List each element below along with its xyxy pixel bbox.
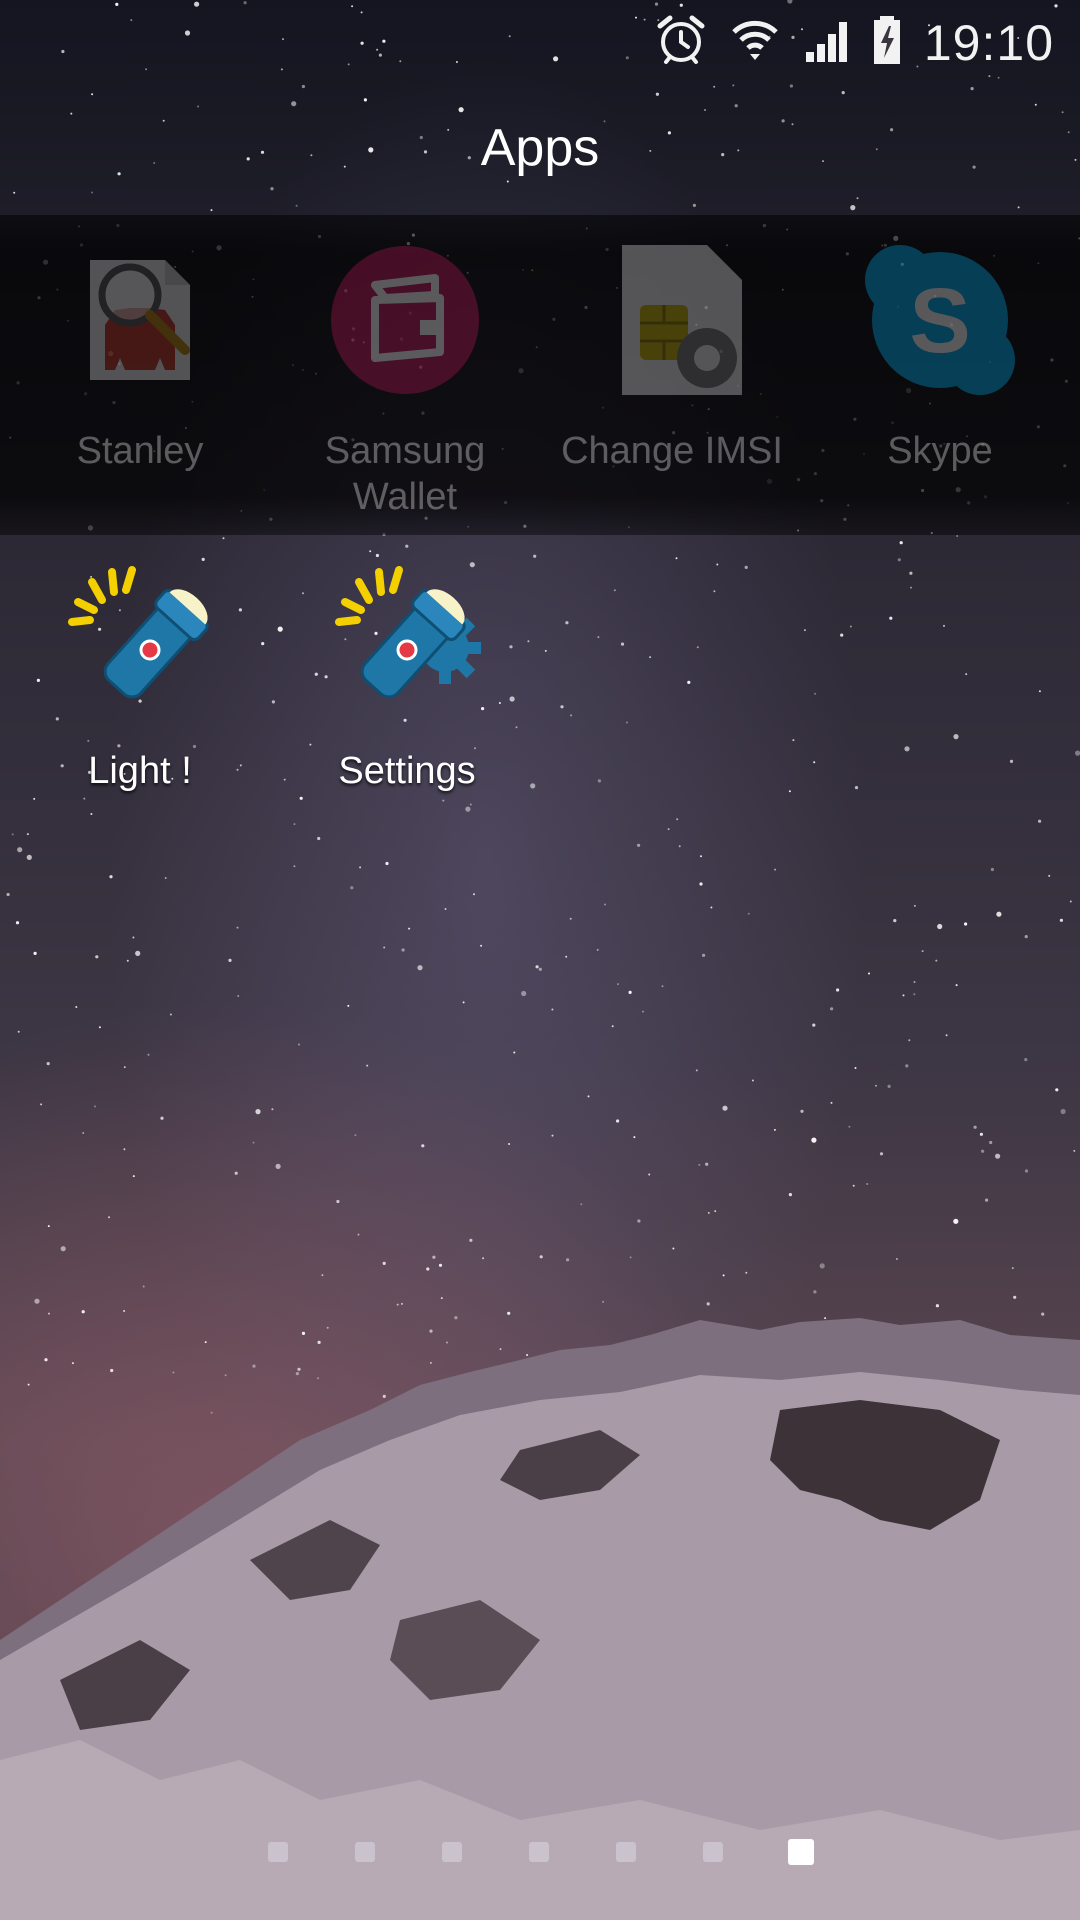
page-dot[interactable]: [703, 1842, 723, 1862]
wifi-icon: [732, 20, 778, 60]
page-dot[interactable]: [355, 1842, 375, 1862]
status-bar: 19:10: [0, 0, 1080, 84]
app-label: Stanley: [76, 430, 204, 472]
page-dot-active[interactable]: [788, 1839, 814, 1865]
clock: 19:10: [923, 15, 1054, 71]
page-dot[interactable]: [442, 1842, 462, 1862]
app-change-imsi[interactable]: Change IMSI: [537, 240, 807, 474]
samsung-wallet-icon: [331, 246, 479, 394]
home-screen: 19:10 Apps Stanley Samsung Wallet Change…: [0, 0, 1080, 1920]
stanley-icon: [90, 260, 190, 380]
skype-icon: S: [865, 245, 1015, 395]
flashlight-icon: [68, 566, 209, 699]
app-stanley[interactable]: Stanley: [5, 240, 275, 474]
svg-text:S: S: [909, 270, 970, 372]
app-label: Samsung Wallet: [324, 430, 486, 518]
app-skype[interactable]: S Skype: [805, 240, 1075, 474]
folder-title: Apps: [480, 119, 600, 177]
app-label: Settings: [338, 750, 476, 792]
page-dot[interactable]: [616, 1842, 636, 1862]
app-label: Skype: [887, 430, 993, 472]
app-label: Change IMSI: [561, 430, 783, 472]
app-samsung-wallet[interactable]: Samsung Wallet: [270, 240, 540, 520]
app-light[interactable]: Light !: [5, 560, 275, 794]
battery-charging-icon: [874, 16, 900, 64]
app-label: Light !: [88, 750, 192, 792]
page-dot[interactable]: [529, 1842, 549, 1862]
app-settings[interactable]: Settings: [272, 560, 542, 794]
change-imsi-icon: [622, 245, 742, 395]
signal-icon: [806, 22, 847, 62]
flashlight-settings-icon: [335, 566, 481, 699]
page-dot[interactable]: [268, 1842, 288, 1862]
page-indicator: [0, 1839, 1080, 1872]
alarm-icon: [657, 15, 705, 64]
